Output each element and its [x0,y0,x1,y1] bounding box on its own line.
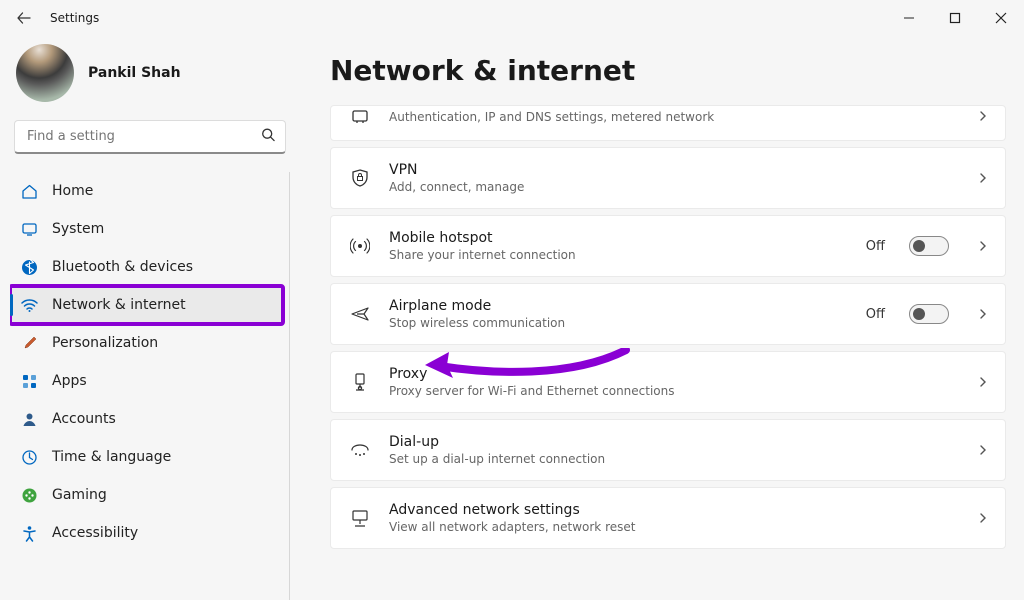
gamepad-icon [20,486,38,504]
wifi-icon [20,296,38,314]
sidebar-item-label: Home [52,183,93,199]
close-button[interactable] [978,2,1024,34]
sidebar-nav: Home System Bluetooth & devices Network … [10,172,290,600]
chevron-right-icon [977,237,989,256]
card-desc: Add, connect, manage [389,180,959,194]
search-box [14,120,286,154]
card-desc: Authentication, IP and DNS settings, met… [389,110,959,124]
card-desc: View all network adapters, network reset [389,520,959,534]
app-title: Settings [50,11,99,25]
sidebar: Pankil Shah Home System Bluetooth & devi… [0,36,300,600]
maximize-button[interactable] [932,2,978,34]
chevron-right-icon [977,509,989,528]
sidebar-item-label: Time & language [52,449,171,465]
back-button[interactable] [8,2,40,34]
sidebar-item-label: Accessibility [52,525,138,541]
close-icon [995,12,1007,24]
sidebar-item-gaming[interactable]: Gaming [10,476,283,514]
card-desc: Set up a dial-up internet connection [389,452,959,466]
sidebar-item-label: Network & internet [52,297,186,313]
card-desc: Share your internet connection [389,248,848,262]
card-vpn[interactable]: VPN Add, connect, manage [330,147,1006,209]
chevron-right-icon [977,305,989,324]
card-desc: Stop wireless communication [389,316,848,330]
person-icon [20,410,38,428]
sidebar-item-label: Gaming [52,487,107,503]
proxy-icon [349,372,371,392]
profile-name: Pankil Shah [88,65,181,81]
minimize-button[interactable] [886,2,932,34]
system-icon [20,220,38,238]
sidebar-item-accessibility[interactable]: Accessibility [10,514,283,552]
card-advanced-network[interactable]: Advanced network settings View all netwo… [330,487,1006,549]
search-input[interactable] [14,120,286,154]
titlebar: Settings [0,0,1024,36]
network-settings-icon [349,508,371,528]
card-title: Mobile hotspot [389,230,848,246]
card-ethernet[interactable]: Authentication, IP and DNS settings, met… [330,105,1006,141]
sidebar-item-label: System [52,221,104,237]
brush-icon [20,334,38,352]
sidebar-item-label: Accounts [52,411,116,427]
sidebar-item-time-language[interactable]: Time & language [10,438,283,476]
chevron-right-icon [977,169,989,188]
card-proxy[interactable]: Proxy Proxy server for Wi-Fi and Etherne… [330,351,1006,413]
minimize-icon [903,12,915,24]
maximize-icon [949,12,961,24]
sidebar-item-network[interactable]: Network & internet [10,286,283,324]
airplane-toggle[interactable] [909,304,949,324]
home-icon [20,182,38,200]
chevron-right-icon [977,373,989,392]
globe-clock-icon [20,448,38,466]
toggle-status: Off [866,307,885,322]
chevron-right-icon [977,107,989,126]
sidebar-item-personalization[interactable]: Personalization [10,324,283,362]
accessibility-icon [20,524,38,542]
window-controls [886,2,1024,34]
settings-list: Authentication, IP and DNS settings, met… [330,105,1012,555]
card-dial-up[interactable]: Dial-up Set up a dial-up internet connec… [330,419,1006,481]
card-mobile-hotspot[interactable]: Mobile hotspot Share your internet conne… [330,215,1006,277]
card-desc: Proxy server for Wi-Fi and Ethernet conn… [389,384,959,398]
sidebar-item-bluetooth[interactable]: Bluetooth & devices [10,248,283,286]
card-title: Airplane mode [389,298,848,314]
page-title: Network & internet [330,54,1012,87]
sidebar-item-apps[interactable]: Apps [10,362,283,400]
sidebar-item-system[interactable]: System [10,210,283,248]
sidebar-item-label: Personalization [52,335,158,351]
airplane-icon [349,304,371,324]
arrow-left-icon [16,10,32,26]
sidebar-item-accounts[interactable]: Accounts [10,400,283,438]
apps-icon [20,372,38,390]
card-title: Dial-up [389,434,959,450]
ethernet-icon [349,106,371,126]
avatar [16,44,74,102]
chevron-right-icon [977,441,989,460]
hotspot-icon [349,236,371,256]
dial-up-icon [349,440,371,460]
shield-lock-icon [349,168,371,188]
toggle-status: Off [866,239,885,254]
profile-block[interactable]: Pankil Shah [10,36,290,120]
search-icon [261,128,276,147]
hotspot-toggle[interactable] [909,236,949,256]
card-title: VPN [389,162,959,178]
sidebar-item-label: Apps [52,373,87,389]
main-content: Network & internet Authentication, IP an… [300,36,1024,600]
sidebar-item-label: Bluetooth & devices [52,259,193,275]
card-airplane-mode[interactable]: Airplane mode Stop wireless communicatio… [330,283,1006,345]
card-title: Proxy [389,366,959,382]
card-title: Advanced network settings [389,502,959,518]
sidebar-item-home[interactable]: Home [10,172,283,210]
bluetooth-icon [20,258,38,276]
